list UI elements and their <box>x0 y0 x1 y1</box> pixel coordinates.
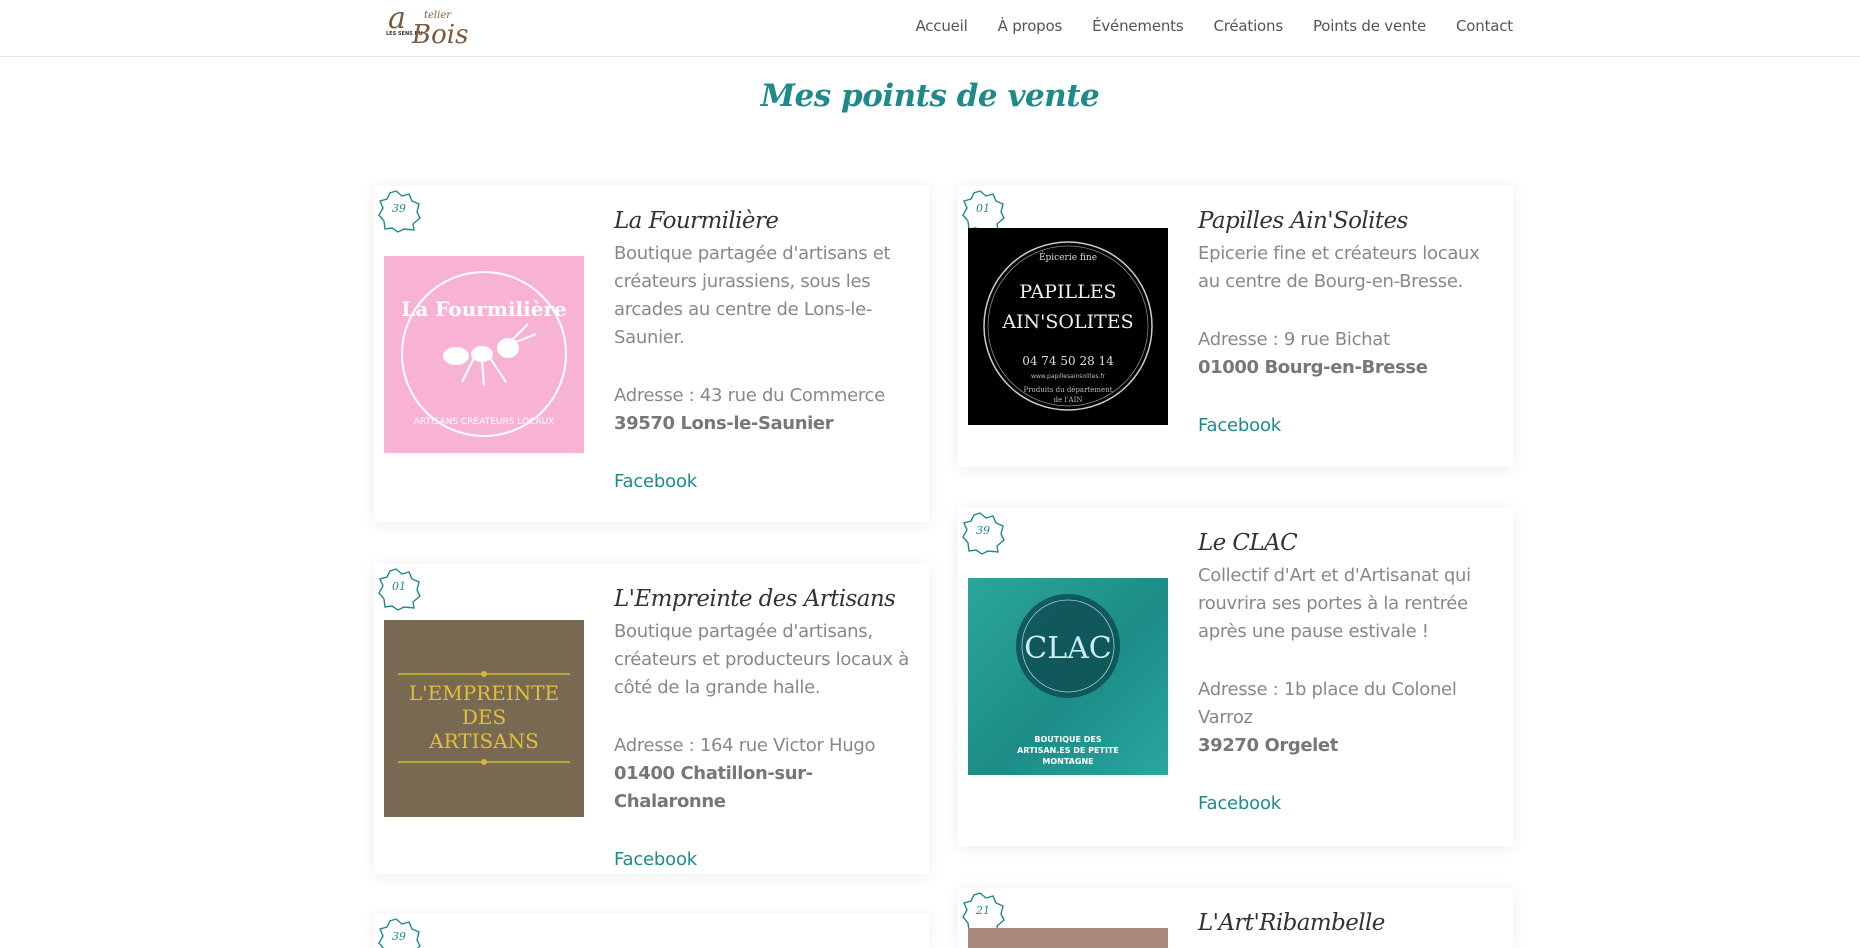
papilles-logo: Épicerie fine PAPILLES AIN'SOLITES 04 74… <box>983 241 1153 411</box>
site-logo[interactable]: a telier LES SENS DU Bois <box>384 1 468 50</box>
shop-city: 39570 Lons-le-Saunier <box>614 412 834 434</box>
shop-card-empreinte-des-artisans: 01 L'EMPREINTE DES ARTISANS L'Empreinte … <box>374 564 929 874</box>
nav-a-propos[interactable]: À propos <box>998 17 1063 35</box>
shop-content: Le CLAC Collectif d'Art et d'Artisanat q… <box>1198 530 1493 818</box>
nav-creations[interactable]: Créations <box>1213 17 1283 35</box>
shop-name: La Fourmilière <box>614 208 779 234</box>
logo-bois: Bois <box>412 20 469 50</box>
badge-number: 39 <box>392 930 406 943</box>
facebook-link[interactable]: Facebook <box>614 468 909 496</box>
papilles-footer2: de l'AIN <box>1054 396 1083 404</box>
clac-logo-text: CLAC <box>1024 631 1112 666</box>
shop-address: Adresse : 9 rue Bichat <box>1198 328 1390 350</box>
department-badge: 39 <box>376 188 422 234</box>
shop-city: 01000 Bourg-en-Bresse <box>1198 356 1428 378</box>
facebook-link[interactable]: Facebook <box>614 846 909 874</box>
shop-card-le-clac: 39 CLAC BOUTIQUE DES ARTISAN.ES DE PETIT… <box>958 508 1513 846</box>
badge-number: 01 <box>976 202 990 215</box>
empreinte-line3: ARTISANS <box>428 729 539 753</box>
papilles-phone: 04 74 50 28 14 <box>1022 354 1114 368</box>
badge-number: 39 <box>976 524 990 537</box>
papilles-site: www.papillesainsolites.fr <box>1031 373 1106 380</box>
shop-card-papilles-ainsolites: 01 Épicerie fine PAPILLES AIN'SOLITES 04… <box>958 186 1513 467</box>
shop-card-art-ribambelle: 21 L'Art'Ribambelle <box>958 888 1513 948</box>
department-badge: 39 <box>960 510 1006 556</box>
shop-description: Boutique partagée d'artisans et créateur… <box>614 242 891 348</box>
shop-address: Adresse : 1b place du Colonel Varroz <box>1198 678 1457 728</box>
clac-line1: BOUTIQUE DES <box>1034 735 1101 744</box>
shop-description: Boutique partagée d'artisans, créateurs … <box>614 620 909 698</box>
ant-icon <box>443 323 537 387</box>
papilles-line3: AIN'SOLITES <box>1001 311 1133 333</box>
empreinte-line2: DES <box>462 705 506 729</box>
site-header: a telier LES SENS DU Bois Accueil À prop… <box>0 0 1860 56</box>
badge-number: 21 <box>976 904 990 917</box>
facebook-link[interactable]: Facebook <box>1198 412 1493 440</box>
shop-card-partial-left: 39 <box>374 914 929 948</box>
clac-line2: ARTISAN.ES DE PETITE <box>1017 746 1119 755</box>
page-title: Mes points de vente <box>760 78 1100 114</box>
shop-name: Papilles Ain'Solites <box>1198 208 1408 234</box>
logo-letter-a: a <box>388 1 406 36</box>
main-nav: Accueil À propos Événements Créations Po… <box>915 0 1513 52</box>
papilles-line1: Épicerie fine <box>1039 251 1097 263</box>
shop-content <box>614 936 909 940</box>
department-badge: 01 <box>376 566 422 612</box>
shop-description: Collectif d'Art et d'Artisanat qui rouvr… <box>1198 564 1471 642</box>
shop-name: L'Empreinte des Artisans <box>614 586 896 612</box>
empreinte-line1: L'EMPREINTE <box>409 681 559 705</box>
nav-contact[interactable]: Contact <box>1456 17 1513 35</box>
shop-address: Adresse : 43 rue du Commerce <box>614 384 885 406</box>
shop-image-papilles: Épicerie fine PAPILLES AIN'SOLITES 04 74… <box>968 228 1168 425</box>
shop-city: 01400 Chatillon-sur-Chalaronne <box>614 762 813 812</box>
shop-name: L'Art'Ribambelle <box>1198 910 1385 936</box>
shop-image-art-ribambelle <box>968 928 1168 948</box>
papilles-footer1: Produits du département <box>1023 386 1112 394</box>
nav-accueil[interactable]: Accueil <box>915 17 967 35</box>
shop-image-empreinte: L'EMPREINTE DES ARTISANS <box>384 620 584 817</box>
shop-address: Adresse : 164 rue Victor Hugo <box>614 734 876 756</box>
fourmi-bottom-text: ARTISANS CRÉATEURS LOCAUX <box>414 415 555 427</box>
shop-content: L'Empreinte des Artisans Boutique partag… <box>614 586 909 874</box>
badge-number: 01 <box>392 580 406 593</box>
shop-city: 39270 Orgelet <box>1198 734 1338 756</box>
papilles-line2: PAPILLES <box>1019 281 1116 303</box>
shop-card-la-fourmiliere: 39 La Fourmilière ARTISANS CRÉATEURS LOC… <box>374 186 929 522</box>
facebook-link[interactable]: Facebook <box>1198 790 1493 818</box>
shop-content: L'Art'Ribambelle <box>1198 910 1493 942</box>
shop-content: Papilles Ain'Solites Epicerie fine et cr… <box>1198 208 1493 440</box>
la-fourmiliere-logo: La Fourmilière ARTISANS CRÉATEURS LOCAUX <box>401 271 567 437</box>
nav-evenements[interactable]: Événements <box>1092 17 1184 35</box>
shop-image-clac: CLAC BOUTIQUE DES ARTISAN.ES DE PETITE M… <box>968 578 1168 775</box>
fourmi-top-text: La Fourmilière <box>401 297 566 321</box>
shop-name: Le CLAC <box>1198 530 1298 556</box>
department-badge: 39 <box>376 916 422 948</box>
clac-logo: CLAC BOUTIQUE DES ARTISAN.ES DE PETITE M… <box>1016 594 1120 766</box>
shop-content: La Fourmilière Boutique partagée d'artis… <box>614 208 909 496</box>
empreinte-logo: L'EMPREINTE DES ARTISANS <box>398 671 570 765</box>
badge-number: 39 <box>392 202 406 215</box>
clac-line3: MONTAGNE <box>1042 757 1093 766</box>
nav-points-de-vente[interactable]: Points de vente <box>1313 17 1426 35</box>
shop-image-la-fourmiliere: La Fourmilière ARTISANS CRÉATEURS LOCAUX <box>384 256 584 453</box>
shop-description: Epicerie fine et créateurs locaux au cen… <box>1198 242 1480 292</box>
